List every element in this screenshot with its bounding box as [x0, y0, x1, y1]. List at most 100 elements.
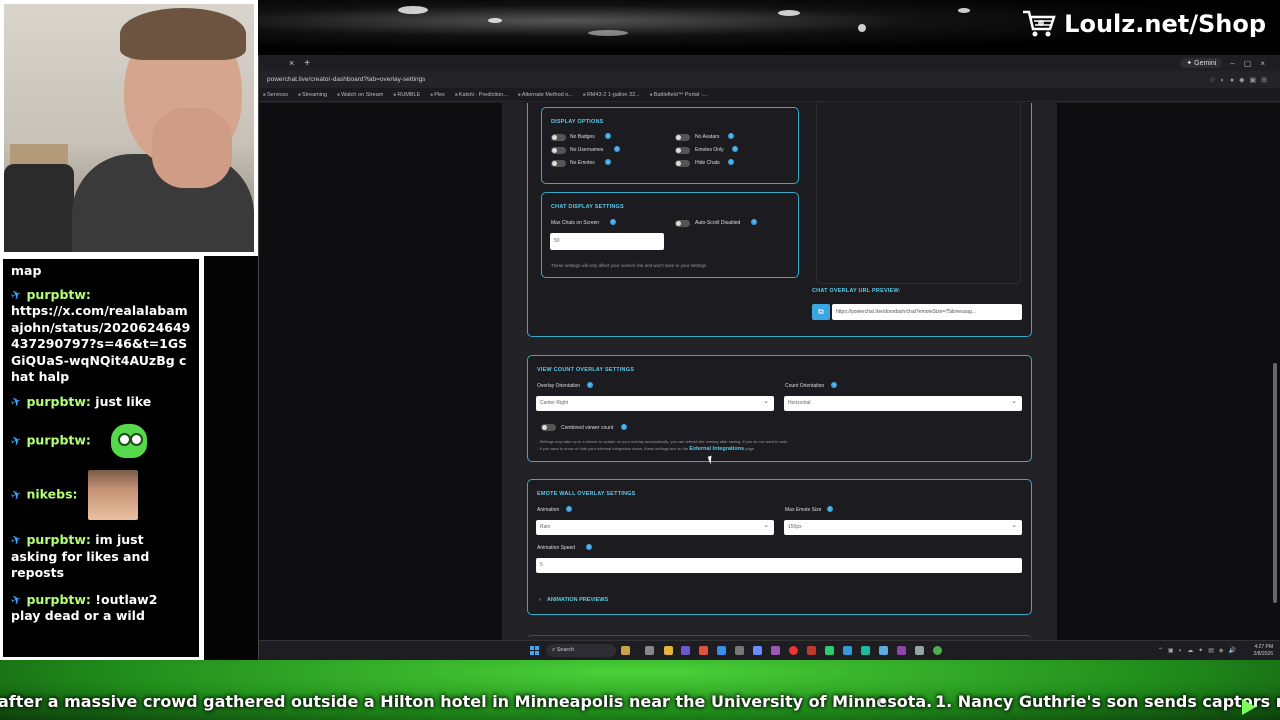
chat-username: purpbtw:	[26, 532, 91, 547]
page-scrollbar[interactable]	[1273, 363, 1277, 603]
info-icon[interactable]: i	[605, 159, 611, 165]
bookmarks-bar: Services Streaming Watch on Stream RUMBL…	[259, 88, 1280, 102]
close-tab-icon[interactable]: ×	[289, 58, 294, 68]
no-usernames-toggle[interactable]	[551, 147, 566, 154]
animation-speed-input[interactable]: 5	[536, 558, 1022, 573]
system-tray-icons[interactable]: ⌃▣◐☁✦▤◈🔊	[1158, 647, 1241, 654]
taskbar-app-icon[interactable]	[699, 646, 708, 655]
new-tab-button[interactable]: +	[304, 58, 310, 69]
chat-username: purpbtw:	[26, 591, 91, 607]
info-icon[interactable]: i	[587, 382, 593, 388]
max-emote-size-select[interactable]: 150px	[784, 518, 1022, 535]
max-chats-input[interactable]: 50	[550, 233, 664, 250]
taskbar-app-icon[interactable]	[843, 646, 852, 655]
stream-layout: Loulz.net/Shop map ✈ purpbtw: https://x.c…	[0, 0, 1280, 720]
no-badges-toggle[interactable]	[551, 134, 566, 141]
extension-icons[interactable]: ☆◐●◆▣⊞	[1209, 76, 1272, 84]
info-icon[interactable]: i	[728, 159, 734, 165]
taskbar-app-icon[interactable]	[664, 646, 673, 655]
animation-previews-toggle[interactable]: › ANIMATION PREVIEWS	[539, 597, 608, 603]
window-controls[interactable]: –▢×	[1230, 59, 1274, 68]
taskbar-app-icon[interactable]	[897, 646, 906, 655]
emote-wall-title: EMOTE WALL OVERLAY SETTINGS	[537, 491, 636, 497]
chevron-right-icon: ›	[539, 597, 541, 603]
count-orientation-select[interactable]: Horizontal	[784, 394, 1022, 411]
taskbar-app-icon[interactable]	[933, 646, 942, 655]
taskbar-search[interactable]: ⌕ Search	[546, 644, 616, 657]
view-count-title: VIEW COUNT OVERLAY SETTINGS	[537, 367, 635, 373]
taskbar-app-icon[interactable]	[825, 646, 834, 655]
taskbar-app-icon[interactable]	[915, 646, 924, 655]
bookmark-item[interactable]: Watch on Stream	[337, 92, 383, 98]
pin-icon: ✈	[8, 530, 24, 549]
top-banner: Loulz.net/Shop	[258, 0, 1280, 52]
animation-speed-label: Animation Speed	[537, 545, 576, 551]
info-icon[interactable]: i	[566, 506, 572, 512]
taskbar-app-icon[interactable]	[621, 646, 630, 655]
pin-icon: ✈	[8, 431, 24, 449]
ticker-bullet: •	[878, 692, 889, 711]
taskbar-app-icon[interactable]	[789, 646, 798, 655]
chat-display-title: CHAT DISPLAY SETTINGS	[551, 204, 624, 210]
gemini-button[interactable]: ✦ Gemini	[1180, 58, 1223, 68]
info-icon[interactable]: i	[831, 382, 837, 388]
taskbar-app-icon[interactable]	[861, 646, 870, 655]
info-icon[interactable]: i	[614, 146, 620, 152]
taskbar-app-icon[interactable]	[879, 646, 888, 655]
no-avatars-toggle[interactable]	[675, 134, 690, 141]
bookmark-item[interactable]: Alternate Method o...	[518, 92, 573, 98]
chat-display-settings-panel: CHAT DISPLAY SETTINGS Max Chats on Scree…	[541, 192, 799, 278]
taskbar-app-icon[interactable]	[753, 646, 762, 655]
taskbar-app-icon[interactable]	[717, 646, 726, 655]
info-icon[interactable]: i	[605, 133, 611, 139]
taskbar-clock[interactable]: 4:27 PM 2/8/2026	[1254, 644, 1273, 657]
info-icon[interactable]: i	[827, 506, 833, 512]
animation-select[interactable]: Rain	[536, 518, 774, 535]
chat-message: ✈ nikebs:	[8, 470, 191, 520]
taskbar-app-icon[interactable]	[807, 646, 816, 655]
shopping-cart-icon	[1023, 10, 1056, 37]
emotes-only-toggle[interactable]	[675, 147, 690, 154]
info-icon[interactable]: i	[732, 146, 738, 152]
pin-icon: ✈	[8, 392, 24, 410]
info-icon[interactable]: i	[621, 424, 627, 430]
address-bar[interactable]: powerchat.live/creator-dashboard?tab=ove…	[259, 71, 1280, 88]
max-chats-label: Max Chats on Screen	[551, 220, 600, 226]
bookmark-item[interactable]: RUMBLE	[393, 92, 420, 98]
hide-chats-toggle[interactable]	[675, 160, 690, 167]
overlay-preview-area	[816, 103, 1021, 284]
bookmark-item[interactable]: RM43-2 1-gallon 32...	[583, 92, 640, 98]
bookmark-item[interactable]: Battlefield™ Portal -...	[650, 92, 708, 98]
info-icon[interactable]: i	[610, 219, 616, 225]
chat-message: ✈ purpbtw: just like	[8, 392, 191, 411]
bookmark-item[interactable]: Kalshi - Prediction...	[455, 92, 508, 98]
overlay-orientation-select[interactable]: Center Right	[536, 394, 774, 411]
no-avatars-label: No Avatars	[695, 134, 720, 140]
clock-date: 2/8/2026	[1253, 650, 1273, 657]
view-count-note-2-text: - If you want to show or hide your exter…	[537, 446, 689, 451]
animation-previews-label: ANIMATION PREVIEWS	[546, 597, 609, 603]
view-count-note-1: - Settings may take up to a minute to up…	[537, 439, 788, 444]
no-emotes-toggle[interactable]	[551, 160, 566, 167]
no-badges-label: No Badges	[570, 134, 595, 140]
taskbar-app-icon[interactable]	[645, 646, 654, 655]
taskbar-app-icon[interactable]	[771, 646, 780, 655]
info-icon[interactable]: i	[728, 133, 734, 139]
auto-scroll-toggle[interactable]	[675, 220, 690, 227]
taskbar-app-icon[interactable]	[735, 646, 744, 655]
url-preview-field[interactable]: https://powerchat.live/doordash/chat?emo…	[832, 304, 1022, 320]
external-integrations-link[interactable]: External Integrations	[689, 446, 744, 452]
combined-viewer-toggle[interactable]	[541, 424, 556, 431]
taskbar-app-icon[interactable]	[681, 646, 690, 655]
copy-url-button[interactable]: ⧉	[812, 304, 830, 320]
info-icon[interactable]: i	[751, 219, 757, 225]
bookmark-item[interactable]: Plex	[430, 92, 445, 98]
bookmark-item[interactable]: Streaming	[298, 92, 327, 98]
info-icon[interactable]: i	[586, 544, 592, 550]
no-usernames-label: No Usernames	[570, 147, 604, 153]
view-count-note-2: - If you want to show or hide your exter…	[537, 446, 755, 452]
bookmark-item[interactable]: Services	[263, 92, 288, 98]
windows-start-icon[interactable]	[530, 646, 539, 655]
url-text[interactable]: powerchat.live/creator-dashboard?tab=ove…	[267, 76, 425, 83]
tab-bar: × + ✦ Gemini –▢×	[259, 55, 1280, 71]
